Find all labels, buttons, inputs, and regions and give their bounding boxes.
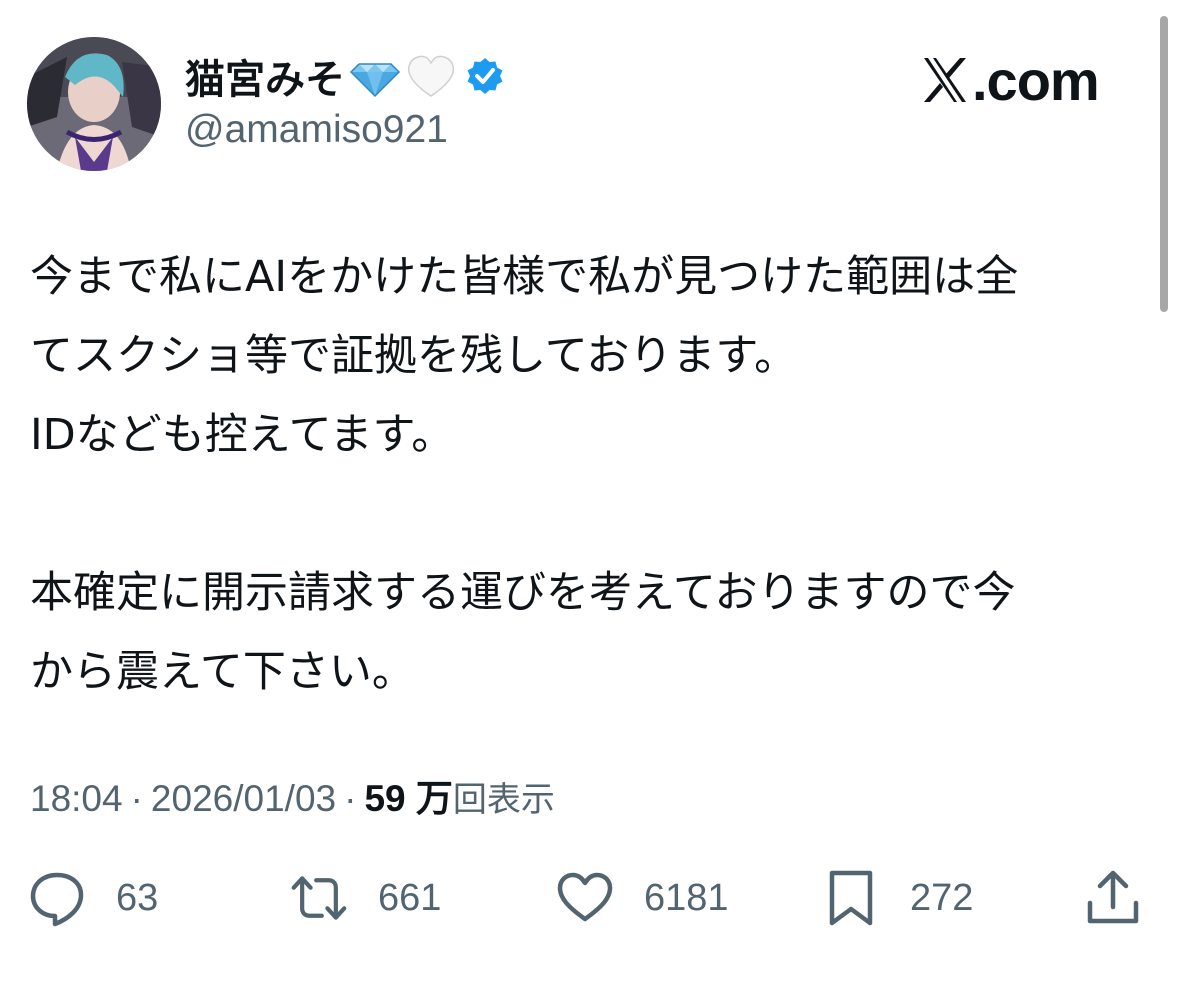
gem-emoji-icon bbox=[349, 50, 401, 102]
views-label[interactable]: 回表示 bbox=[453, 780, 555, 820]
repost-count: 661 bbox=[378, 876, 442, 919]
verified-badge-icon[interactable] bbox=[465, 56, 505, 96]
bookmark-count: 272 bbox=[910, 876, 974, 919]
tweet-line: から震えて下さい。 bbox=[30, 647, 415, 697]
tweet-date[interactable]: 2026/01/03 bbox=[151, 778, 336, 819]
repost-button[interactable]: 661 bbox=[290, 862, 441, 934]
author-name-row[interactable]: 猫宮みそ bbox=[185, 48, 505, 104]
bookmark-icon bbox=[822, 869, 880, 927]
brand-domain-text: .com bbox=[972, 48, 1100, 112]
share-icon bbox=[1084, 869, 1142, 927]
tweet-meta: 18:04 · 2026/01/03 · 59 万回表示 bbox=[30, 768, 555, 822]
meta-separator: · bbox=[130, 778, 143, 819]
display-name[interactable]: 猫宮みそ bbox=[185, 47, 345, 105]
views-count[interactable]: 59 万 bbox=[364, 778, 452, 819]
like-count: 6181 bbox=[644, 876, 729, 919]
reply-button[interactable]: 63 bbox=[28, 862, 158, 934]
reply-count: 63 bbox=[116, 876, 159, 919]
like-button[interactable]: 6181 bbox=[556, 862, 729, 934]
user-handle[interactable]: @amamiso921 bbox=[185, 108, 448, 152]
repost-icon bbox=[290, 869, 348, 927]
heart-icon bbox=[556, 869, 614, 927]
bookmark-button[interactable]: 272 bbox=[822, 862, 973, 934]
reply-icon bbox=[28, 869, 86, 927]
white-heart-emoji-icon bbox=[405, 50, 457, 102]
tweet-text: 今まで私にAIをかけた皆様で私が見つけた範囲は全 てスクショ等で証拠を残しており… bbox=[30, 238, 1140, 712]
share-button[interactable] bbox=[1084, 862, 1142, 934]
x-com-brand: .com bbox=[922, 48, 1100, 112]
tweet-line: IDなども控えてます。 bbox=[30, 410, 455, 460]
meta-separator: · bbox=[344, 778, 357, 819]
tweet-line bbox=[30, 475, 1140, 554]
tweet-line: 本確定に開示請求する運びを考えておりますので今 bbox=[30, 568, 1016, 618]
tweet-line: てスクショ等で証拠を残しております。 bbox=[30, 331, 798, 381]
tweet-line: 今まで私にAIをかけた皆様で私が見つけた範囲は全 bbox=[30, 252, 1019, 302]
avatar-image bbox=[27, 37, 161, 171]
tweet-time[interactable]: 18:04 bbox=[30, 778, 123, 819]
avatar[interactable] bbox=[27, 37, 161, 171]
x-logo-icon bbox=[922, 56, 968, 104]
scrollbar[interactable] bbox=[1160, 16, 1168, 312]
action-bar: 63 661 6181 272 bbox=[0, 862, 1179, 934]
